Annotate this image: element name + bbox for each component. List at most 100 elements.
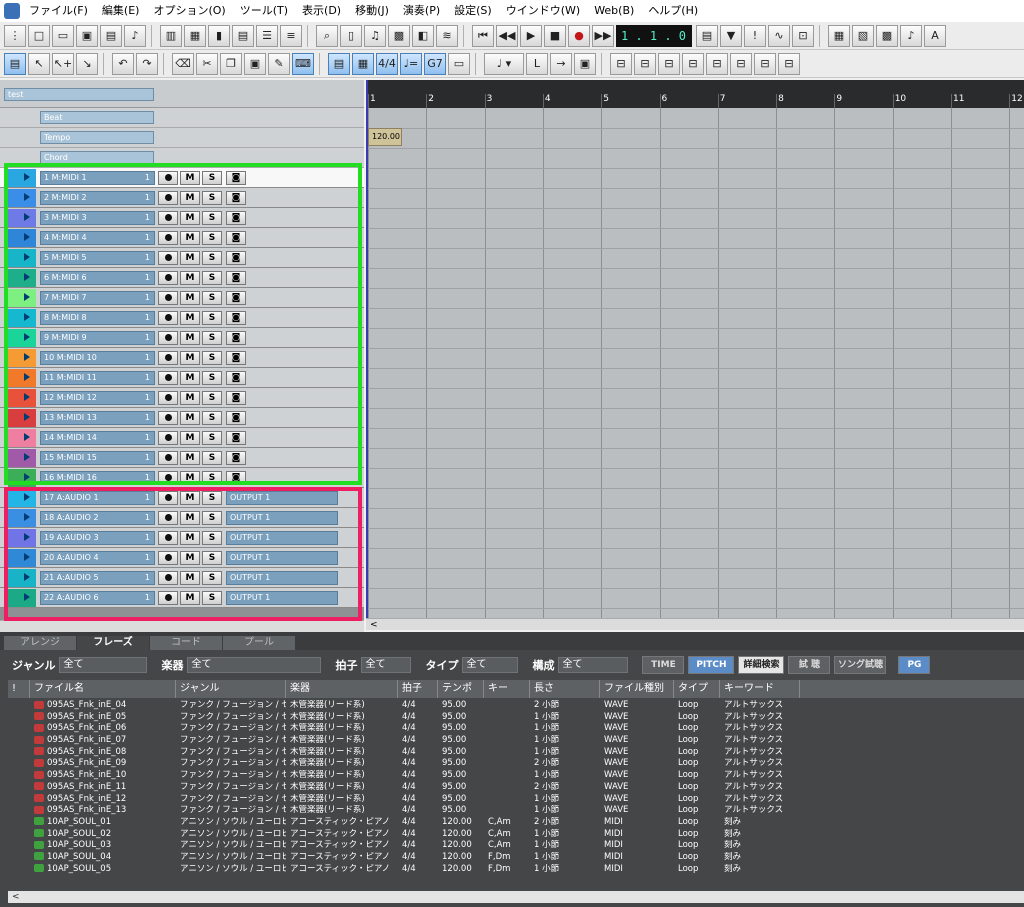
track-play-icon[interactable] [24,553,30,561]
text-button[interactable]: A [924,24,946,47]
track-name[interactable]: 8 M:MIDI 8 1 [40,311,155,325]
record-arm-button[interactable] [158,231,178,245]
keyboard-input-button[interactable]: ⌨ [292,52,314,75]
monitor-icon[interactable]: ◙ [226,211,246,225]
phrase-row[interactable]: 095AS_Fnk_inE_10 ファンク / フュージョン / セカ... 木管楽… [8,770,1024,782]
tempo-event[interactable]: 120.00 [368,128,402,146]
output-select[interactable]: OUTPUT 1 [226,571,338,585]
monitor-icon[interactable]: ◙ [226,171,246,185]
mute-button[interactable]: M [180,291,200,305]
track-name[interactable]: 10 M:MIDI 10 1 [40,351,155,365]
record-arm-button[interactable] [158,591,178,605]
pg-button[interactable]: PG [898,656,931,674]
arrange-scrollbar[interactable]: < [366,618,1024,630]
track-play-icon[interactable] [24,473,30,481]
output-select[interactable]: OUTPUT 1 [226,591,338,605]
monitor-icon[interactable]: ◙ [226,371,246,385]
solo-button[interactable]: S [202,551,222,565]
monitor-icon[interactable]: ◙ [226,431,246,445]
record-arm-button[interactable] [158,391,178,405]
record-arm-button[interactable] [158,511,178,525]
track-name[interactable]: 4 M:MIDI 4 1 [40,231,155,245]
note-length-select[interactable]: ♩ ▾ [484,52,524,75]
solo-button[interactable]: S [202,471,222,485]
align-button-5[interactable]: ⊟ [706,52,728,75]
tab-3[interactable]: プール [223,636,295,650]
monitor-icon[interactable]: ◙ [226,391,246,405]
solo-button[interactable]: S [202,211,222,225]
mute-button[interactable]: M [180,531,200,545]
midi-edit-button[interactable]: ♪ [900,24,922,47]
monitor-icon[interactable]: ◙ [226,251,246,265]
solo-button[interactable]: S [202,351,222,365]
audio-track-row[interactable]: 22 A:AUDIO 6 1 M S OUTPUT 1 [0,588,364,608]
drum-button[interactable]: ▩ [388,24,410,47]
track-name[interactable]: 17 A:AUDIO 1 1 [40,491,155,505]
track-play-icon[interactable] [24,373,30,381]
midi-track-row[interactable]: 16 M:MIDI 16 1 M S ◙ [0,468,364,488]
solo-button[interactable]: S [202,411,222,425]
monitor-icon[interactable]: ◙ [226,291,246,305]
align-button-8[interactable]: ⊟ [778,52,800,75]
mute-button[interactable]: M [180,471,200,485]
stop-button[interactable]: ■ [544,24,566,47]
mute-button[interactable]: M [180,331,200,345]
song-button[interactable]: ▥ [160,24,182,47]
align-button-2[interactable]: ⊟ [634,52,656,75]
pencil-tool-button[interactable]: ✎ [268,52,290,75]
undo-button[interactable]: ↶ [112,52,134,75]
mute-button[interactable]: M [180,251,200,265]
mute-button[interactable]: M [180,191,200,205]
mute-button[interactable]: M [180,171,200,185]
track-view-button[interactable]: ▤ [232,24,254,47]
column-header-8[interactable]: ファイル種別 [600,680,674,698]
record-arm-button[interactable] [158,171,178,185]
scroll-left-icon[interactable]: < [8,892,20,902]
monitor-icon[interactable]: ◙ [226,451,246,465]
midi-track-row[interactable]: 3 M:MIDI 3 1 M S ◙ [0,208,364,228]
paste-tool-button[interactable]: ▣ [244,52,266,75]
bar-ruler[interactable]: 1 2 3 4 5 6 7 8 9 10 11 12 [366,80,1024,108]
solo-button[interactable]: S [202,231,222,245]
mute-button[interactable]: M [180,211,200,225]
output-select[interactable]: OUTPUT 1 [226,531,338,545]
record-arm-button[interactable] [158,371,178,385]
track-play-icon[interactable] [24,433,30,441]
copy-tool-button[interactable]: ❐ [220,52,242,75]
track-play-icon[interactable] [24,313,30,321]
align-button-6[interactable]: ⊟ [730,52,752,75]
save-as-button[interactable]: ▤ [100,24,122,47]
phrase-row[interactable]: 10AP_SOUL_05 アニソン / ソウル / ユーロビ... アコースティック… [8,864,1024,876]
tempo-track-label[interactable]: Tempo [40,131,154,144]
track-play-icon[interactable] [24,533,30,541]
align-button-3[interactable]: ⊟ [658,52,680,75]
solo-button[interactable]: S [202,311,222,325]
menu-item-7[interactable]: 設定(S) [447,0,499,22]
midi-track-row[interactable]: 10 M:MIDI 10 1 M S ◙ [0,348,364,368]
solo-button[interactable]: S [202,191,222,205]
solo-button[interactable]: S [202,171,222,185]
track-name[interactable]: 19 A:AUDIO 3 1 [40,531,155,545]
track-name[interactable]: 7 M:MIDI 7 1 [40,291,155,305]
record-arm-button[interactable] [158,191,178,205]
track-name[interactable]: 3 M:MIDI 3 1 [40,211,155,225]
beat-track-label[interactable]: Beat [40,111,154,124]
column-header-3[interactable]: 楽器 [286,680,398,698]
track-play-icon[interactable] [24,333,30,341]
midi-track-row[interactable]: 4 M:MIDI 4 1 M S ◙ [0,228,364,248]
track-play-icon[interactable] [24,353,30,361]
audio-track-row[interactable]: 17 A:AUDIO 1 1 M S OUTPUT 1 [0,488,364,508]
column-header-10[interactable]: キーワード [720,680,800,698]
grid-button[interactable]: ▣ [574,52,596,75]
midi-track-row[interactable]: 1 M:MIDI 1 1 M S ◙ [0,168,364,188]
score-button[interactable]: ≡ [280,24,302,47]
monitor-icon[interactable]: ◙ [226,351,246,365]
pointer-tool-button[interactable]: ↖ [28,52,50,75]
mute-button[interactable]: M [180,571,200,585]
track-play-icon[interactable] [24,393,30,401]
output-select[interactable]: OUTPUT 1 [226,551,338,565]
menu-item-3[interactable]: ツール(T) [233,0,295,22]
track-name[interactable]: 2 M:MIDI 2 1 [40,191,155,205]
scroll-left-icon[interactable]: < [366,620,378,630]
instrument-filter-select[interactable]: 全て [187,657,322,673]
